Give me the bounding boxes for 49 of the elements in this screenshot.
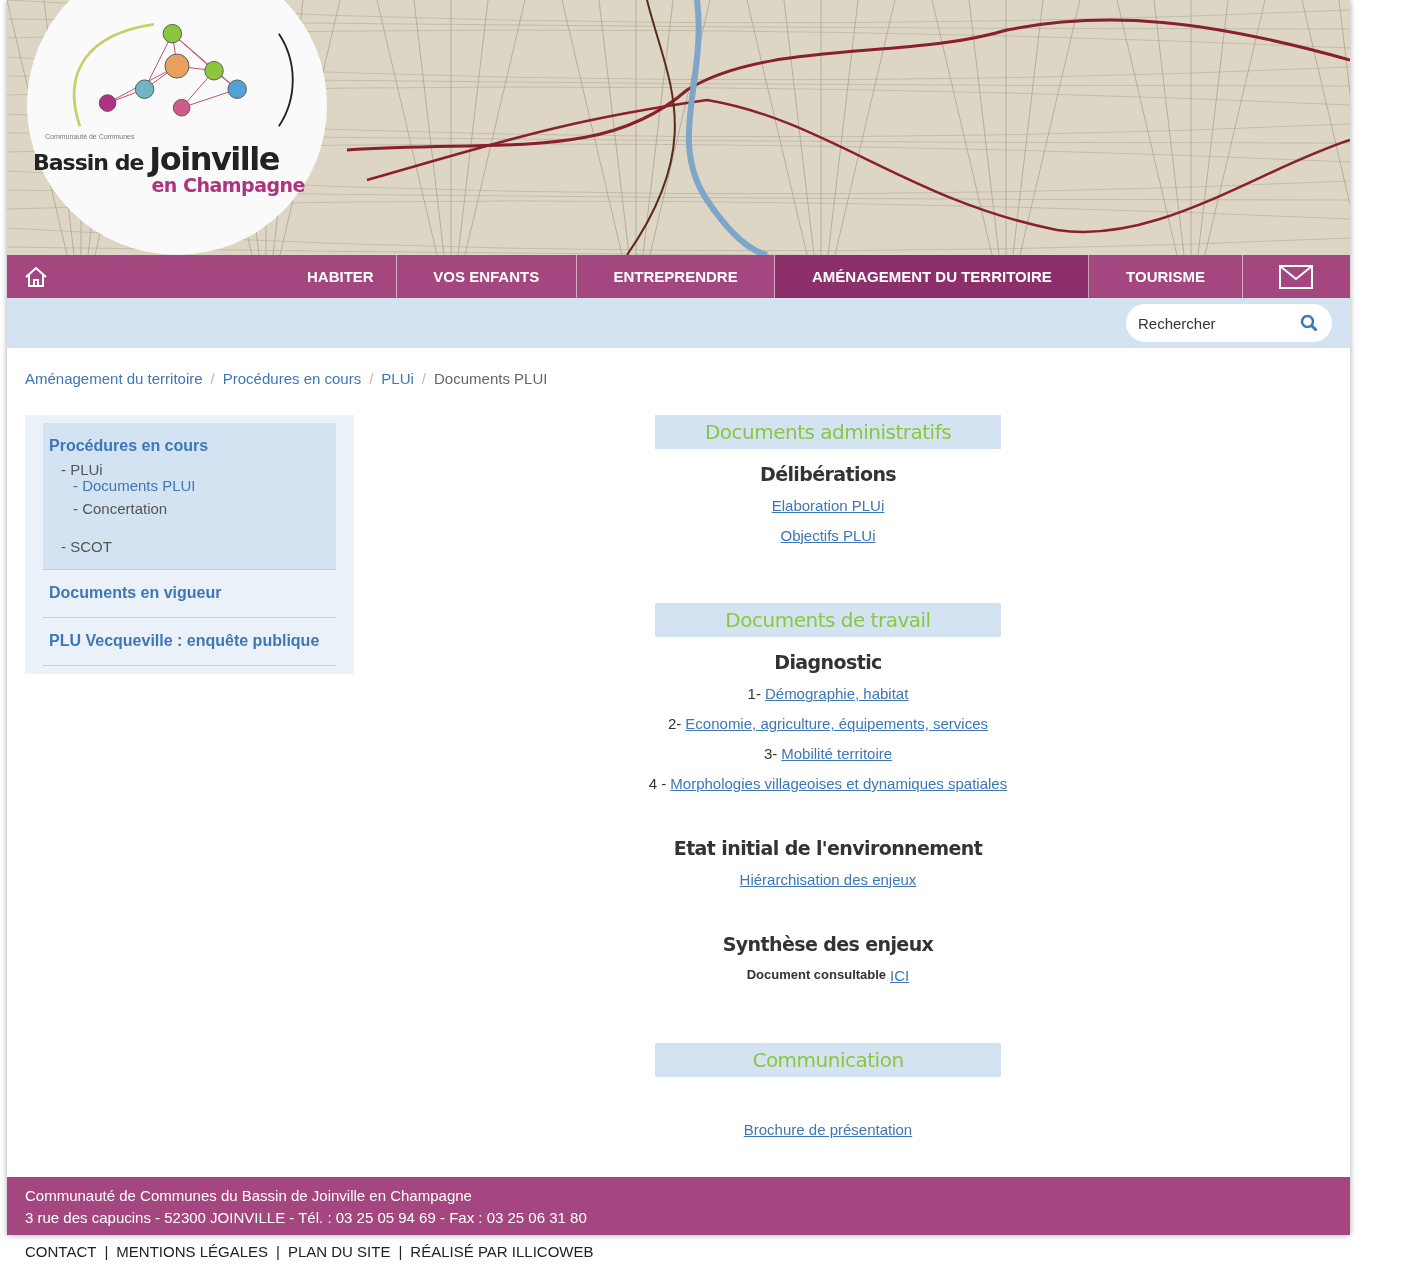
section-title: Communication (655, 1043, 1001, 1077)
link-prefix: 2- (668, 715, 682, 732)
document-link[interactable]: Démographie, habitat (764, 685, 909, 702)
nav-link[interactable]: AMÉNAGEMENT DU TERRITOIRE (775, 255, 1090, 298)
breadcrumb-link[interactable]: Aménagement du territoire (25, 370, 203, 387)
document-link[interactable]: Elaboration PLUi (771, 497, 885, 514)
breadcrumb-link[interactable]: PLUi (381, 370, 414, 387)
home-icon (24, 265, 48, 288)
footer-link[interactable]: MENTIONS LÉGALES (116, 1243, 268, 1260)
breadcrumb-separator: / (210, 370, 215, 387)
document-link[interactable]: Mobilité territoire (781, 745, 893, 762)
document-link[interactable]: Brochure de présentation (743, 1121, 913, 1138)
section-title: Documents administratifs (655, 415, 1001, 449)
search-icon[interactable] (1300, 314, 1318, 332)
footer-link[interactable]: RÉALISÉ PAR ILLICOWEB (410, 1243, 594, 1260)
footer-separator: | (276, 1243, 280, 1260)
document-link[interactable]: Objectifs PLUi (780, 527, 876, 544)
footer-text: Communauté de Communes du Bassin de Joinville en Champagne (25, 1186, 473, 1206)
breadcrumb-separator: / (369, 370, 374, 387)
group-heading: Délibérations (759, 463, 896, 485)
document-link[interactable]: Hiérarchisation des enjeux (739, 871, 917, 888)
group-heading: Diagnostic (774, 651, 882, 673)
footer-separator: | (398, 1243, 403, 1260)
breadcrumb-link[interactable]: Documents PLUI (434, 370, 548, 387)
sidebar-link[interactable]: - SCOT (49, 537, 330, 557)
footer-separator: | (104, 1243, 109, 1260)
document-link[interactable]: Morphologies villageoises et dynamiques spatiales (670, 775, 1008, 792)
document-link[interactable]: Economie, agriculture, équipements, services (685, 715, 988, 732)
sidebar-heading-link[interactable]: Documents en vigueur (49, 580, 330, 605)
link-prefix: 1- (747, 685, 761, 702)
logo-text: Bassin de (33, 150, 144, 175)
link-prefix: 4 - (648, 775, 667, 792)
group-heading: Synthèse des enjeux (722, 933, 934, 955)
logo-title: Joinville (149, 140, 279, 178)
sidebar-link[interactable]: - Concertation (49, 499, 330, 519)
search-field[interactable]: Rechercher (1126, 304, 1332, 342)
footer-link[interactable]: PLAN DU SITE (287, 1243, 391, 1260)
document-link[interactable]: ICI (890, 967, 910, 984)
link-prefix: Document consultable (746, 967, 887, 984)
footer-link[interactable]: CONTACT (25, 1243, 97, 1260)
sidebar-heading-link[interactable]: Procédures en cours (49, 433, 330, 458)
breadcrumb-separator: / (421, 370, 427, 387)
mail-icon (1279, 264, 1314, 289)
section-title: Documents de travail (655, 603, 1001, 637)
link-prefix: 3- (763, 745, 778, 762)
footer-text: 3 rue des capucins - 52300 JOINVILLE - Tél. : 03 25 05 94 69 - Fax : 03 25 06 31 80 (25, 1208, 588, 1228)
breadcrumb-link[interactable]: Procédures en cours (222, 370, 362, 387)
group-heading: Etat initial de l'environnement (673, 837, 983, 859)
sidebar-heading-link[interactable]: PLU Vecqueville : enquête publique (49, 628, 330, 653)
